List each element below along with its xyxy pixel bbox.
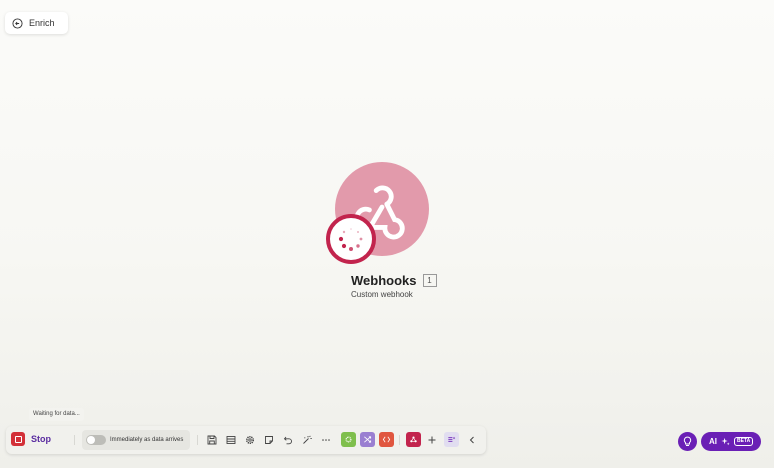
spinner-icon — [338, 228, 363, 251]
ai-label: AI — [709, 437, 717, 446]
sparkle-icon — [721, 437, 730, 446]
module-count-badge: 1 — [422, 274, 437, 287]
flow-control-icon[interactable] — [360, 432, 375, 447]
undo-icon[interactable] — [281, 433, 295, 447]
back-button[interactable]: Enrich — [5, 12, 68, 34]
status-tooltip: Waiting for data... — [29, 408, 84, 421]
bottom-toolbar: Stop Immediately as data arrives — [6, 426, 486, 454]
stop-button[interactable]: Stop — [11, 432, 51, 446]
loading-spinner-badge — [326, 214, 376, 264]
divider — [74, 435, 75, 445]
stop-label: Stop — [31, 434, 51, 444]
module-title-text: Webhooks — [351, 273, 417, 288]
arrow-left-circle-icon — [12, 17, 23, 29]
divider — [399, 435, 400, 445]
save-icon[interactable] — [205, 433, 219, 447]
chevron-left-icon[interactable] — [465, 433, 479, 447]
ai-assistant-button[interactable]: AI BETA — [701, 432, 761, 451]
schedule-label: Immediately as data arrives — [110, 437, 184, 443]
gear-icon[interactable] — [243, 433, 257, 447]
text-parser-icon[interactable] — [379, 432, 394, 447]
webhook-module-shortcut-icon[interactable] — [406, 432, 421, 447]
tools-icon[interactable] — [341, 432, 356, 447]
divider — [197, 435, 198, 445]
explain-flow-icon[interactable] — [444, 432, 459, 447]
notes-icon[interactable] — [262, 433, 276, 447]
add-icon[interactable] — [425, 433, 439, 447]
more-icon[interactable] — [319, 433, 333, 447]
beta-badge: BETA — [734, 437, 754, 446]
webhook-module[interactable] — [326, 162, 430, 266]
magic-wand-icon[interactable] — [300, 433, 314, 447]
lightbulb-icon — [683, 436, 692, 446]
lightbulb-button[interactable] — [678, 432, 697, 451]
module-subtitle: Custom webhook — [351, 290, 413, 299]
schedule-switch[interactable] — [86, 435, 106, 445]
module-title: Webhooks 1 — [351, 273, 437, 288]
data-structure-icon[interactable] — [224, 433, 238, 447]
back-label: Enrich — [29, 18, 55, 28]
schedule-toggle[interactable]: Immediately as data arrives — [82, 430, 190, 450]
stop-icon — [11, 432, 25, 446]
